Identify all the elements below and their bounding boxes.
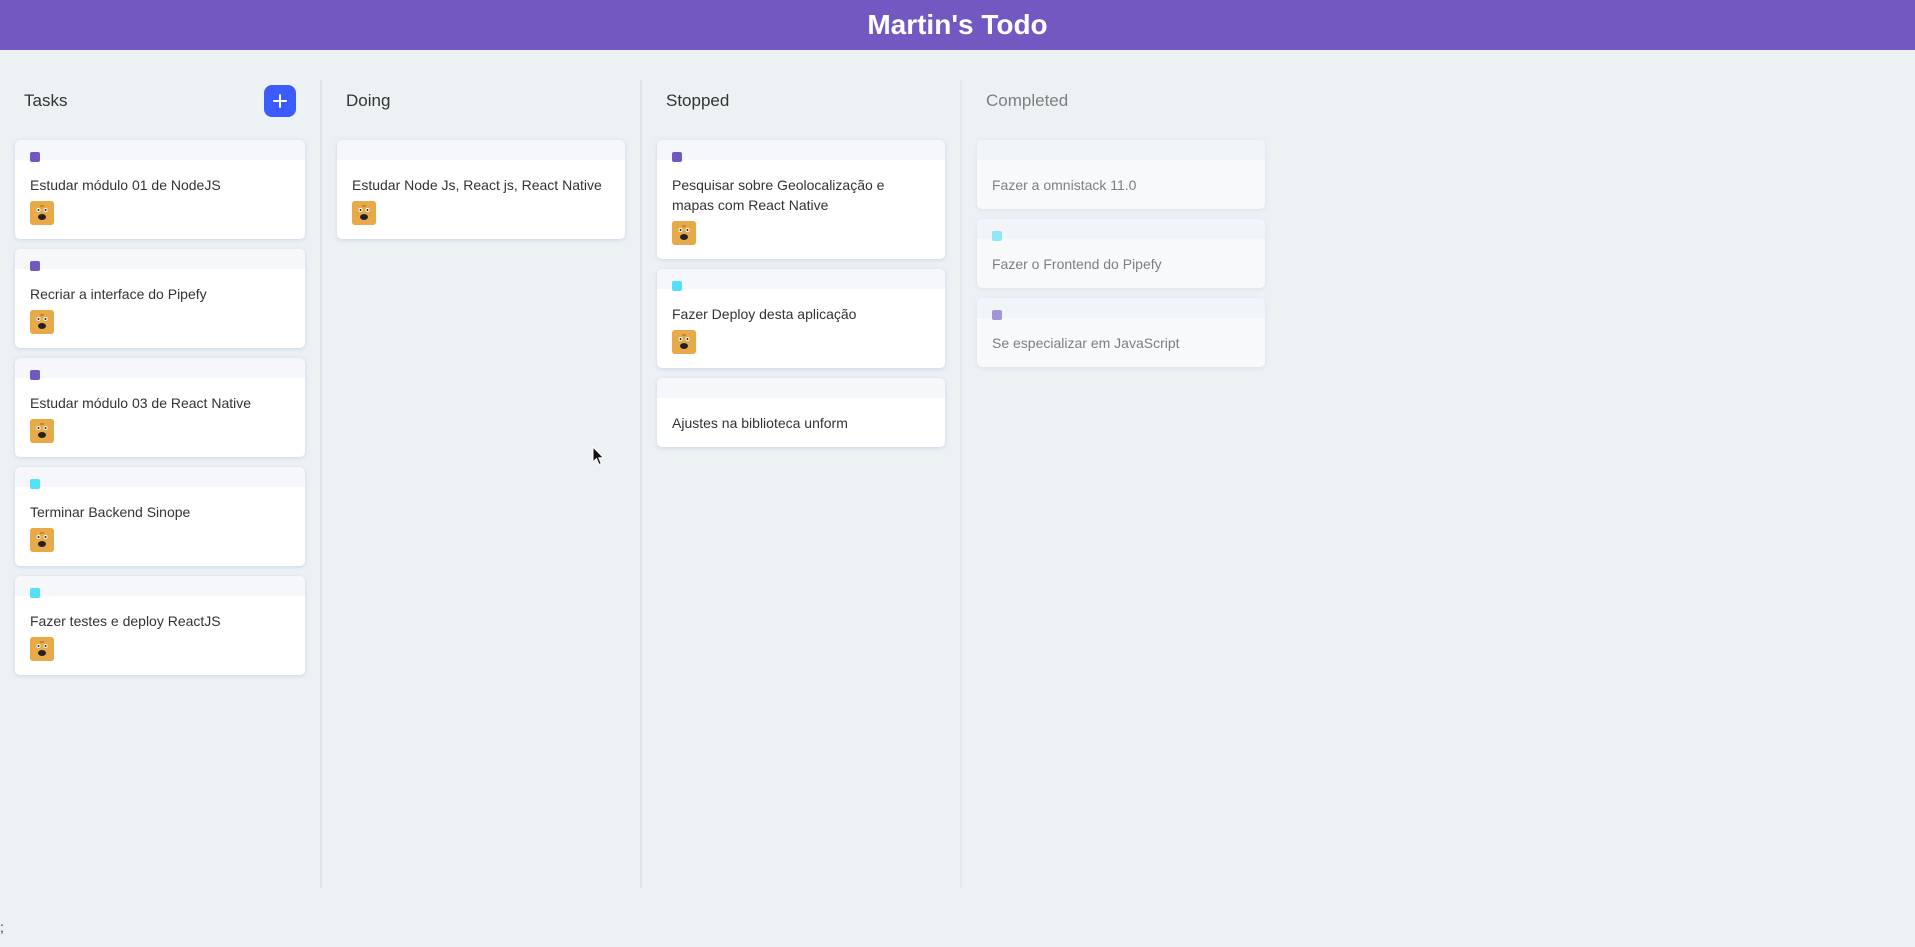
user-avatar-icon (30, 419, 54, 443)
card-label (672, 152, 682, 162)
list-title: Completed (986, 91, 1069, 110)
card-text: Fazer Deploy desta aplicação (672, 306, 857, 322)
card-label (992, 231, 1002, 241)
corner-mark: ; (0, 919, 4, 935)
card-label (30, 370, 40, 380)
list-title: Tasks (24, 91, 68, 110)
list-header: Stopped (657, 80, 945, 122)
card-text: Estudar módulo 03 de React Native (30, 395, 252, 411)
card-list: Pesquisar sobre Geolocalização e mapas c… (657, 140, 945, 447)
task-card[interactable]: Fazer Deploy desta aplicação (657, 269, 945, 368)
card-text: Se especializar em JavaScript (992, 335, 1180, 351)
card-label (30, 588, 40, 598)
user-avatar-icon (672, 221, 696, 245)
task-card[interactable]: Pesquisar sobre Geolocalização e mapas c… (657, 140, 945, 259)
user-avatar-icon (352, 201, 376, 225)
card-label (30, 479, 40, 489)
card-label (992, 310, 1002, 320)
task-card[interactable]: Se especializar em JavaScript (977, 298, 1265, 367)
app-title: Martin's Todo (867, 9, 1048, 40)
list-stopped: Stopped Pesquisar sobre Geolocalização e … (640, 80, 960, 888)
list-title: Stopped (666, 91, 730, 110)
task-card[interactable]: Fazer testes e deploy ReactJS (15, 576, 305, 675)
list-header: Doing (337, 80, 625, 122)
task-card[interactable]: Ajustes na biblioteca unform (657, 378, 945, 447)
plus-icon (273, 94, 287, 108)
card-text: Fazer testes e deploy ReactJS (30, 613, 221, 629)
list-title: Doing (346, 91, 391, 110)
list-doing: Doing Estudar Node Js, React js, React Na… (320, 80, 640, 888)
task-card[interactable]: Recriar a interface do Pipefy (15, 249, 305, 348)
card-text: Estudar módulo 01 de NodeJS (30, 177, 221, 193)
card-text: Ajustes na biblioteca unform (672, 415, 848, 431)
task-card[interactable]: Estudar módulo 01 de NodeJS (15, 140, 305, 239)
card-text: Terminar Backend Sinope (30, 504, 191, 520)
task-card[interactable]: Estudar Node Js, React js, React Native (337, 140, 625, 239)
user-avatar-icon (30, 201, 54, 225)
app-header: Martin's Todo (0, 0, 1915, 50)
card-text: Estudar Node Js, React js, React Native (352, 177, 602, 193)
card-label (30, 261, 40, 271)
task-card[interactable]: Estudar módulo 03 de React Native (15, 358, 305, 457)
card-list: Fazer a omnistack 11.0 Fazer o Frontend d… (977, 140, 1265, 367)
mouse-cursor-icon (592, 446, 605, 466)
card-text: Fazer a omnistack 11.0 (992, 177, 1137, 193)
list-header: Completed (977, 80, 1265, 122)
kanban-board: Tasks Estudar módulo 01 de NodeJS Recriar … (0, 50, 1915, 940)
card-label (672, 281, 682, 291)
card-label (30, 152, 40, 162)
card-text: Recriar a interface do Pipefy (30, 286, 207, 302)
list-tasks: Tasks Estudar módulo 01 de NodeJS Recriar … (0, 80, 320, 888)
card-list: Estudar módulo 01 de NodeJS Recriar a int… (15, 140, 305, 675)
card-text: Fazer o Frontend do Pipefy (992, 256, 1162, 272)
list-completed: Completed Fazer a omnistack 11.0 Fazer o F… (960, 80, 1280, 888)
task-card[interactable]: Terminar Backend Sinope (15, 467, 305, 566)
add-card-button[interactable] (264, 85, 296, 117)
user-avatar-icon (30, 310, 54, 334)
user-avatar-icon (30, 637, 54, 661)
task-card[interactable]: Fazer a omnistack 11.0 (977, 140, 1265, 209)
user-avatar-icon (672, 330, 696, 354)
task-card[interactable]: Fazer o Frontend do Pipefy (977, 219, 1265, 288)
list-header: Tasks (15, 80, 305, 122)
user-avatar-icon (30, 528, 54, 552)
card-list: Estudar Node Js, React js, React Native (337, 140, 625, 239)
card-text: Pesquisar sobre Geolocalização e mapas c… (672, 177, 885, 213)
